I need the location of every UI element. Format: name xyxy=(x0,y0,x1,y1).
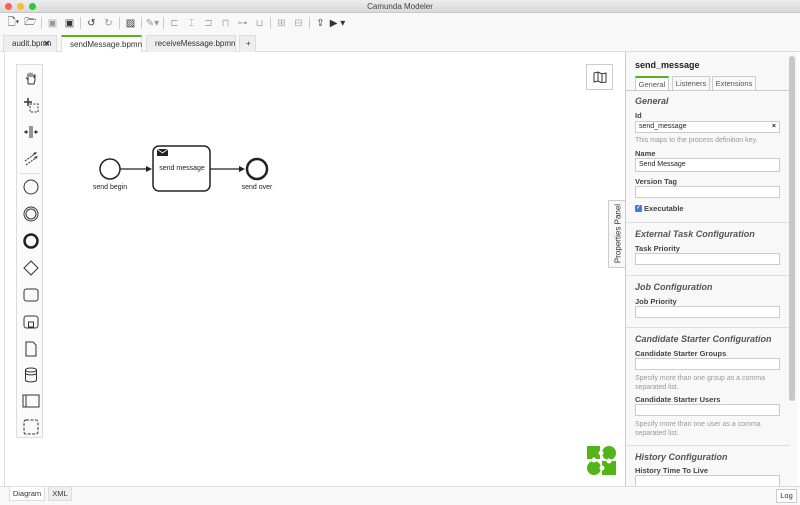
id-value: send_message xyxy=(639,123,686,130)
tab-xml[interactable]: XML xyxy=(48,487,72,501)
candidate-groups-hint: Specify more than one group as a comma s… xyxy=(635,374,785,392)
data-object-tool-icon[interactable] xyxy=(17,338,44,360)
id-label: Id xyxy=(635,111,642,120)
properties-panel-toggle-label: Properties Panel xyxy=(614,200,623,268)
general-heading: General xyxy=(635,96,669,106)
job-priority-input[interactable] xyxy=(635,306,780,318)
tab-diagram[interactable]: Diagram xyxy=(9,487,45,501)
start-event-send-begin[interactable] xyxy=(100,159,120,179)
version-tag-input[interactable] xyxy=(635,186,780,198)
map-icon xyxy=(593,71,607,83)
bpmn-diagram xyxy=(0,0,600,300)
id-input[interactable]: send_message × xyxy=(635,121,780,133)
clear-icon[interactable]: × xyxy=(772,122,776,132)
candidate-users-input[interactable] xyxy=(635,404,780,416)
log-button[interactable]: Log xyxy=(776,489,797,503)
bottom-bar: Diagram XML Log xyxy=(0,486,800,505)
candidate-users-label: Candidate Starter Users xyxy=(635,395,720,404)
pool-tool-icon[interactable] xyxy=(17,390,44,412)
subprocess-tool-icon[interactable] xyxy=(17,311,44,333)
start-event-label: send begin xyxy=(80,184,140,191)
end-event-send-over[interactable] xyxy=(247,159,267,179)
arrowhead-icon xyxy=(239,166,245,172)
camunda-logo-icon xyxy=(586,445,617,476)
name-input[interactable]: Send Message xyxy=(635,158,780,172)
history-ttl-input[interactable] xyxy=(635,475,780,486)
executable-label: Executable xyxy=(644,204,684,213)
task-priority-input[interactable] xyxy=(635,253,780,265)
task-priority-label: Task Priority xyxy=(635,244,680,253)
tab-general[interactable]: General xyxy=(635,76,669,90)
candidate-groups-input[interactable] xyxy=(635,358,780,370)
version-tag-label: Version Tag xyxy=(635,177,677,186)
name-label: Name xyxy=(635,149,655,158)
candidate-starter-heading: Candidate Starter Configuration xyxy=(635,334,772,344)
data-store-tool-icon[interactable] xyxy=(17,364,44,386)
candidate-groups-label: Candidate Starter Groups xyxy=(635,349,726,358)
tab-listeners[interactable]: Listeners xyxy=(672,76,710,90)
properties-panel-toggle[interactable]: Properties Panel xyxy=(608,200,626,268)
end-event-label: send over xyxy=(227,184,287,191)
minimap-toggle-button[interactable] xyxy=(586,64,613,90)
properties-panel: send_message General Listeners Extension… xyxy=(625,52,797,486)
executable-checkbox[interactable]: ✓ xyxy=(635,205,642,212)
external-task-heading: External Task Configuration xyxy=(635,229,755,239)
properties-scrollbar[interactable] xyxy=(789,56,795,401)
tab-extensions[interactable]: Extensions xyxy=(712,76,756,90)
task-label: send message xyxy=(152,165,212,172)
envelope-icon xyxy=(157,149,168,156)
history-heading: History Configuration xyxy=(635,452,728,462)
job-priority-label: Job Priority xyxy=(635,297,677,306)
candidate-users-hint: Specify more than one user as a comma se… xyxy=(635,420,785,438)
group-tool-icon[interactable] xyxy=(17,416,44,438)
element-id-title: send_message xyxy=(635,60,700,70)
job-config-heading: Job Configuration xyxy=(635,282,713,292)
history-ttl-label: History Time To Live xyxy=(635,466,708,475)
id-hint: This maps to the process definition key. xyxy=(635,136,785,145)
